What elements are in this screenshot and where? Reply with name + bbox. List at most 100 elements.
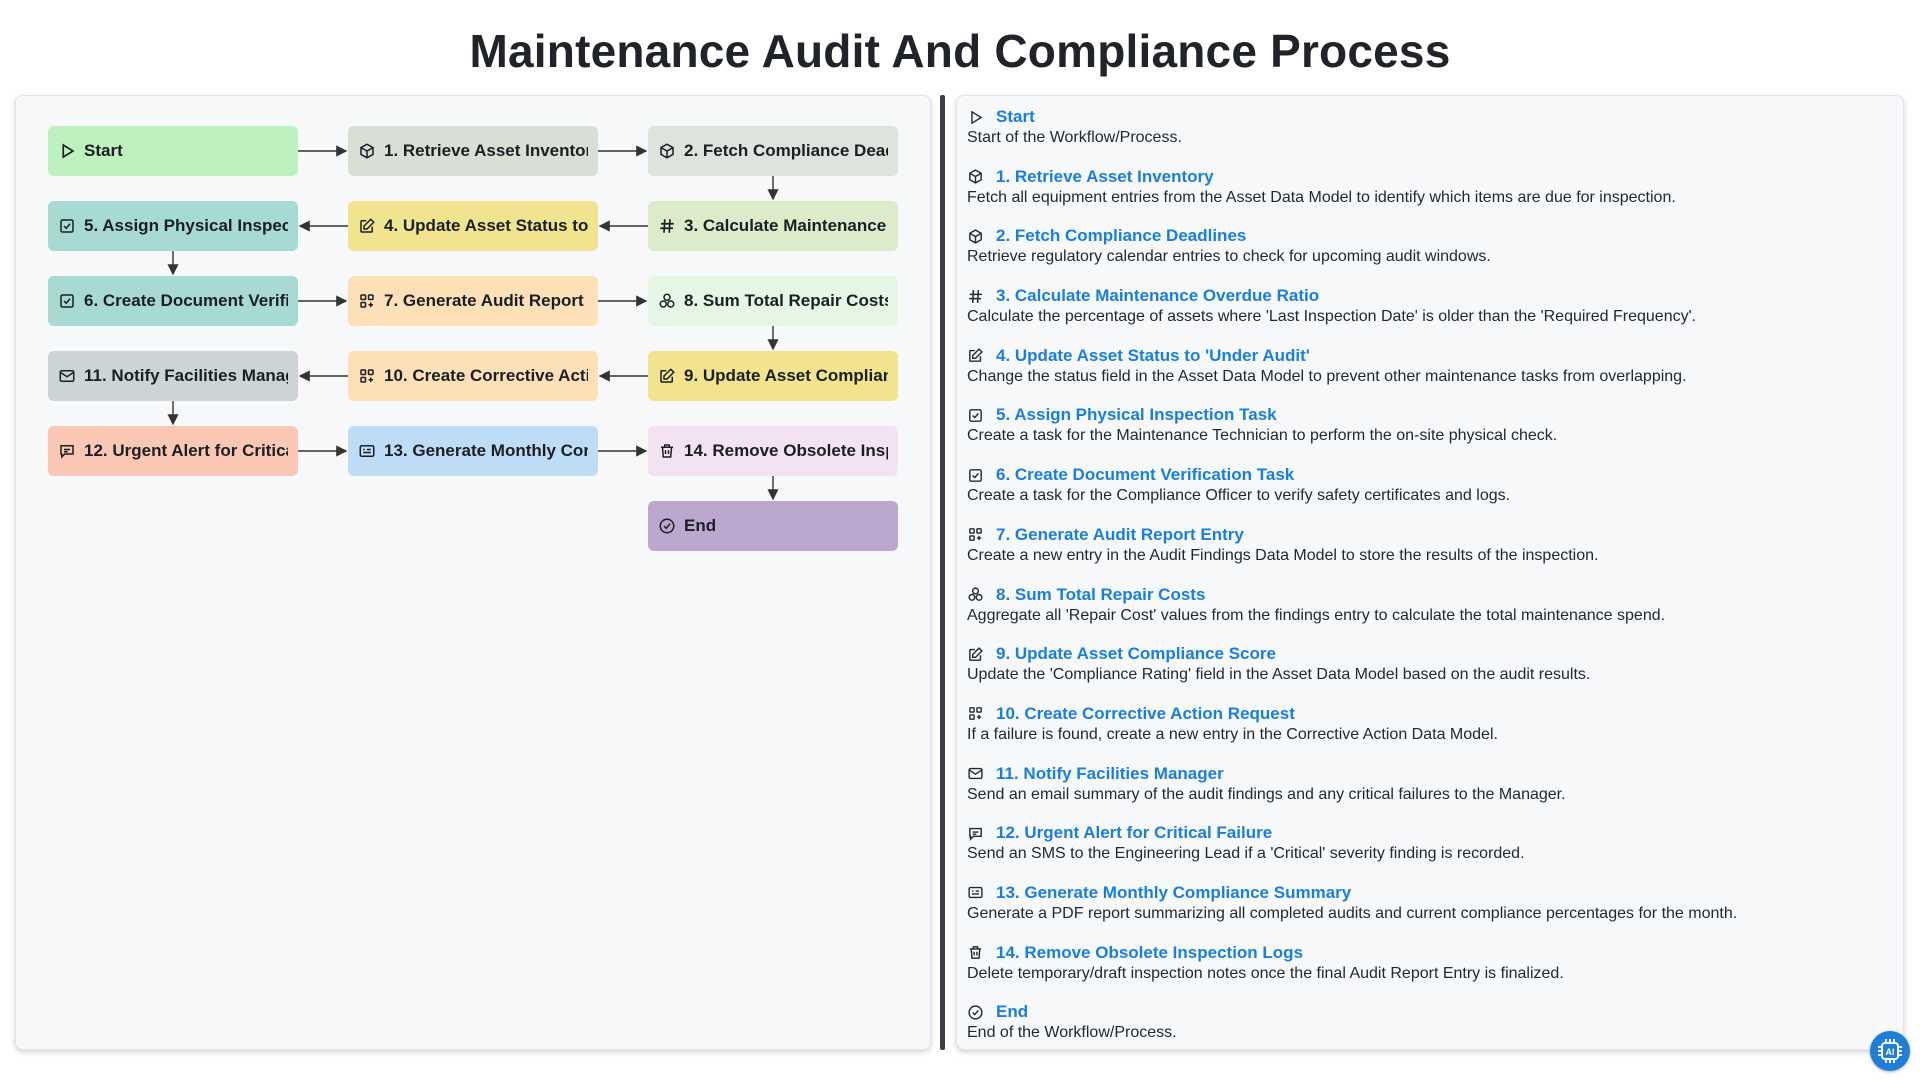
flow-node-end[interactable]: End <box>648 501 898 551</box>
step-item-start: Start Start of the Workflow/Process. <box>967 106 1887 166</box>
checkbox-icon <box>60 294 74 308</box>
flow-node-fetch-compliance-deadlines[interactable]: 2. Fetch Compliance Deadlines <box>648 126 898 176</box>
step-item-4: 4. Update Asset Status to 'Under Audit' … <box>967 345 1887 405</box>
ai-chip-icon: AI <box>1878 1039 1902 1063</box>
check-circle-icon <box>968 1005 983 1020</box>
flow-node-label: 5. Assign Physical Inspection Task <box>84 216 288 235</box>
flow-node-label: 14. Remove Obsolete Inspection Logs <box>684 441 888 460</box>
hash-icon <box>660 219 674 233</box>
play-icon <box>971 110 983 124</box>
flow-node-create-document-verification[interactable]: 6. Create Document Verification Task <box>48 276 298 326</box>
step-title-link[interactable]: 9. Update Asset Compliance Score <box>996 644 1276 664</box>
trash-icon <box>661 444 673 458</box>
flow-node-label: End <box>684 516 717 535</box>
flow-node-label: 4. Update Asset Status to 'Under Audit' <box>384 216 588 235</box>
flow-node-retrieve-asset-inventory[interactable]: 1. Retrieve Asset Inventory <box>348 126 598 176</box>
step-description: Start of the Workflow/Process. <box>967 129 1182 146</box>
grid-plus-icon <box>360 294 374 308</box>
step-title-link[interactable]: End <box>996 1002 1028 1022</box>
step-description: Change the status field in the Asset Dat… <box>967 367 1687 385</box>
step-item-12: 12. Urgent Alert for Critical Failure Se… <box>967 822 1887 882</box>
flow-node-create-corrective-action[interactable]: 10. Create Corrective Action Request <box>348 351 598 401</box>
step-title-link[interactable]: 4. Update Asset Status to 'Under Audit' <box>996 346 1310 366</box>
grid-plus-icon <box>969 528 982 542</box>
cube-icon <box>969 229 982 244</box>
step-item-9: 9. Update Asset Compliance Score Update … <box>967 643 1887 703</box>
step-item-14: 14. Remove Obsolete Inspection Logs Dele… <box>967 942 1887 1002</box>
step-title-link[interactable]: 2. Fetch Compliance Deadlines <box>996 226 1246 246</box>
flow-node-label: 10. Create Corrective Action Request <box>384 366 588 385</box>
step-description: Delete temporary/draft inspection notes … <box>967 964 1564 982</box>
step-item-8: 8. Sum Total Repair Costs Aggregate all … <box>967 584 1887 644</box>
flow-node-label: 8. Sum Total Repair Costs <box>684 291 888 310</box>
step-item-7: 7. Generate Audit Report Entry Create a … <box>967 524 1887 584</box>
step-description: Create a task for the Compliance Officer… <box>967 487 1511 505</box>
step-description: End of the Workflow/Process. <box>967 1024 1177 1042</box>
grid-plus-icon <box>360 369 374 383</box>
step-item-11: 11. Notify Facilities Manager Send an em… <box>967 763 1887 823</box>
step-title-link[interactable]: 5. Assign Physical Inspection Task <box>996 405 1277 425</box>
step-title-link[interactable]: Start <box>996 107 1035 127</box>
edit-icon <box>360 218 375 233</box>
cube-icon <box>969 169 982 184</box>
edit-icon <box>969 348 983 363</box>
step-item-5: 5. Assign Physical Inspection Task Creat… <box>967 404 1887 464</box>
flow-node-label: 9. Update Asset Compliance Score <box>684 366 888 385</box>
flow-node-start[interactable]: Start <box>48 126 298 176</box>
step-description: Update the 'Compliance Rating' field in … <box>967 666 1591 684</box>
grid-plus-icon <box>969 707 982 721</box>
play-icon <box>62 143 75 159</box>
flow-node-label: 6. Create Document Verification Task <box>84 291 288 310</box>
flow-node-generate-audit-report[interactable]: 7. Generate Audit Report Entry <box>348 276 598 326</box>
flow-node-update-compliance-score[interactable]: 9. Update Asset Compliance Score <box>648 351 898 401</box>
step-title-link[interactable]: 14. Remove Obsolete Inspection Logs <box>996 943 1303 963</box>
step-description: Fetch all equipment entries from the Ass… <box>967 188 1676 206</box>
flow-node-assign-physical-inspection[interactable]: 5. Assign Physical Inspection Task <box>48 201 298 251</box>
step-title-link[interactable]: 1. Retrieve Asset Inventory <box>996 167 1214 187</box>
step-description: Calculate the percentage of assets where… <box>967 308 1697 326</box>
cube-icon <box>360 143 374 159</box>
flow-node-label: 3. Calculate Maintenance Overdue Ratio <box>684 216 888 235</box>
flow-node-notify-facilities-manager[interactable]: 11. Notify Facilities Manager <box>48 351 298 401</box>
trash-icon <box>969 946 982 959</box>
id-card-icon <box>359 445 375 457</box>
step-title-link[interactable]: 7. Generate Audit Report Entry <box>996 525 1244 545</box>
flow-node-urgent-alert[interactable]: 12. Urgent Alert for Critical Failure <box>48 426 298 476</box>
flowchart-panel: Start 1. Retrieve Asset Inventory 2. Fet… <box>15 95 931 1050</box>
step-title-link[interactable]: 10. Create Corrective Action Request <box>996 704 1295 724</box>
step-item-1: 1. Retrieve Asset Inventory Fetch all eq… <box>967 166 1887 226</box>
step-item-6: 6. Create Document Verification Task Cre… <box>967 464 1887 524</box>
flow-node-sum-repair-costs[interactable]: 8. Sum Total Repair Costs <box>648 276 898 326</box>
step-description: Create a task for the Maintenance Techni… <box>967 427 1558 445</box>
step-description: Send an SMS to the Engineering Lead if a… <box>967 845 1525 863</box>
ai-badge-text: AI <box>1886 1047 1895 1057</box>
flow-node-calculate-overdue-ratio[interactable]: 3. Calculate Maintenance Overdue Ratio <box>648 201 898 251</box>
step-item-10: 10. Create Corrective Action Request If … <box>967 703 1887 763</box>
flow-node-label: 7. Generate Audit Report Entry <box>384 291 588 310</box>
ai-assistant-button[interactable]: AI <box>1870 1031 1910 1071</box>
flow-node-label: 11. Notify Facilities Manager <box>84 366 288 385</box>
step-item-13: 13. Generate Monthly Compliance Summary … <box>967 882 1887 942</box>
step-description: If a failure is found, create a new entr… <box>967 725 1498 743</box>
circles-icon <box>659 293 675 308</box>
step-title-link[interactable]: 11. Notify Facilities Manager <box>996 764 1224 784</box>
panel-divider[interactable] <box>940 95 945 1050</box>
id-card-icon <box>968 887 983 899</box>
edit-icon <box>969 646 983 661</box>
step-title-link[interactable]: 8. Sum Total Repair Costs <box>996 585 1205 605</box>
circles-icon <box>968 587 983 601</box>
step-title-link[interactable]: 13. Generate Monthly Compliance Summary <box>996 883 1351 903</box>
flow-node-update-asset-status[interactable]: 4. Update Asset Status to 'Under Audit' <box>348 201 598 251</box>
flow-node-remove-obsolete-logs[interactable]: 14. Remove Obsolete Inspection Logs <box>648 426 898 476</box>
page-title: Maintenance Audit And Compliance Process <box>469 25 1451 77</box>
step-descriptions-panel: Start Start of the Workflow/Process. 1. … <box>956 95 1904 1050</box>
message-icon <box>969 827 982 841</box>
flow-node-generate-monthly-summary[interactable]: 13. Generate Monthly Compliance Summary <box>348 426 598 476</box>
flow-node-label: 2. Fetch Compliance Deadlines <box>684 141 888 160</box>
step-title-link[interactable]: 3. Calculate Maintenance Overdue Ratio <box>996 286 1319 306</box>
step-title-link[interactable]: 6. Create Document Verification Task <box>996 465 1294 485</box>
step-description: Aggregate all 'Repair Cost' values from … <box>967 606 1666 624</box>
cube-icon <box>660 143 674 159</box>
step-title-link[interactable]: 12. Urgent Alert for Critical Failure <box>996 823 1272 843</box>
step-item-3: 3. Calculate Maintenance Overdue Ratio C… <box>967 285 1887 345</box>
